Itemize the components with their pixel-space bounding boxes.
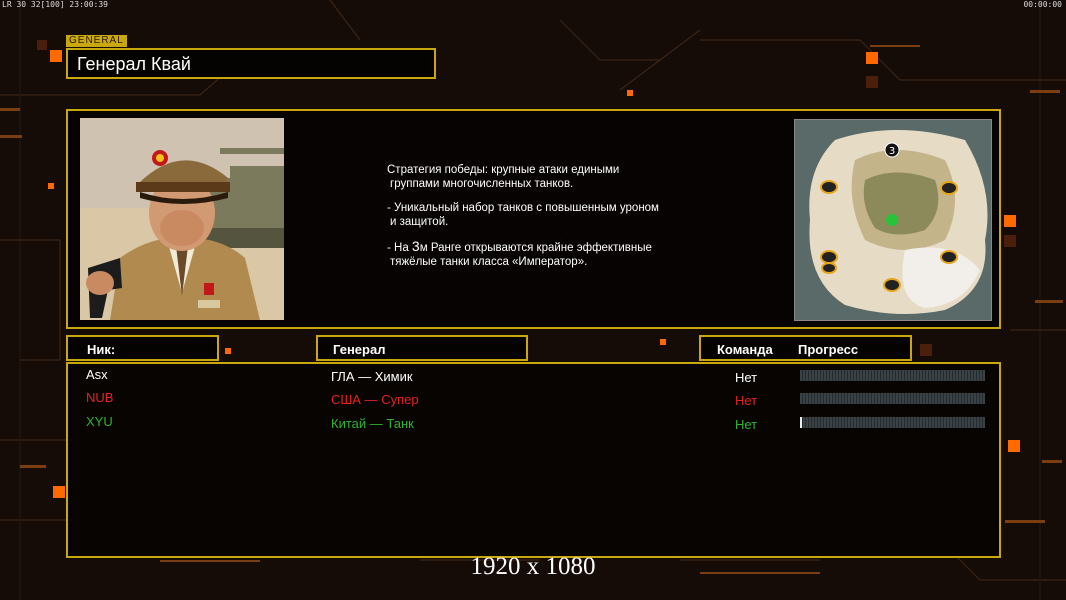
map-player-badge: 3 — [889, 146, 895, 157]
resolution-label: 1920 x 1080 — [470, 553, 596, 580]
general-tag: GENERAL — [66, 35, 127, 47]
player-row[interactable]: NUB США — Супер Нет — [0, 390, 1066, 410]
description-line: - Уникальный набор танков с повышенным у… — [387, 202, 659, 214]
player-progress-bar — [800, 417, 985, 428]
description-line: - На 3м Ранге открываются крайне эффекти… — [387, 239, 717, 255]
general-title-box: Генерал Квай — [66, 48, 436, 79]
description-line: и защитой. — [390, 216, 449, 228]
description-fragment: м Ранге открываются крайне эффективные — [419, 242, 652, 254]
status-readout-left: LR 30 32[100] 23:00:39 — [2, 0, 108, 9]
general-header-label: Генерал — [333, 342, 386, 357]
player-row[interactable]: XYU Китай — Танк Нет — [0, 414, 1066, 434]
rank-number: 3 — [411, 238, 420, 254]
map-image: 3 — [795, 120, 991, 320]
player-team: Нет — [735, 370, 758, 385]
player-general: Китай — Танк — [331, 416, 414, 431]
player-nick: NUB — [86, 390, 114, 405]
player-team: Нет — [735, 393, 758, 408]
description-fragment: - На — [387, 242, 412, 254]
player-progress-bar — [800, 370, 985, 381]
general-portrait — [80, 118, 284, 320]
player-general: США — Супер — [331, 392, 419, 407]
progress-header-label: Прогресс — [798, 342, 859, 357]
player-progress-bar — [800, 393, 985, 404]
nick-header-label: Ник: — [87, 342, 116, 357]
team-progress-header: Команда Прогресс — [699, 335, 912, 361]
description-line: тяжёлые танки класса «Император». — [390, 256, 588, 268]
player-nick: XYU — [86, 414, 113, 429]
team-header-label: Команда — [717, 342, 773, 357]
general-name: Генерал Квай — [77, 54, 191, 74]
status-readout-right: 00:00:00 — [1023, 0, 1062, 9]
nick-header: Ник: — [66, 335, 219, 361]
player-nick: Asx — [86, 367, 108, 382]
general-header: Генерал — [316, 335, 528, 361]
player-progress-fill — [800, 417, 802, 428]
player-row[interactable]: Asx ГЛА — Химик Нет — [0, 367, 1066, 387]
strategy-description: Стратегия победы: крупные атаки едиными … — [387, 163, 717, 269]
map-preview: 3 — [794, 119, 992, 321]
player-general: ГЛА — Химик — [331, 369, 413, 384]
description-line: группами многочисленных танков. — [390, 178, 574, 190]
player-team: Нет — [735, 417, 758, 432]
description-line: Стратегия победы: крупные атаки едиными — [387, 164, 620, 176]
